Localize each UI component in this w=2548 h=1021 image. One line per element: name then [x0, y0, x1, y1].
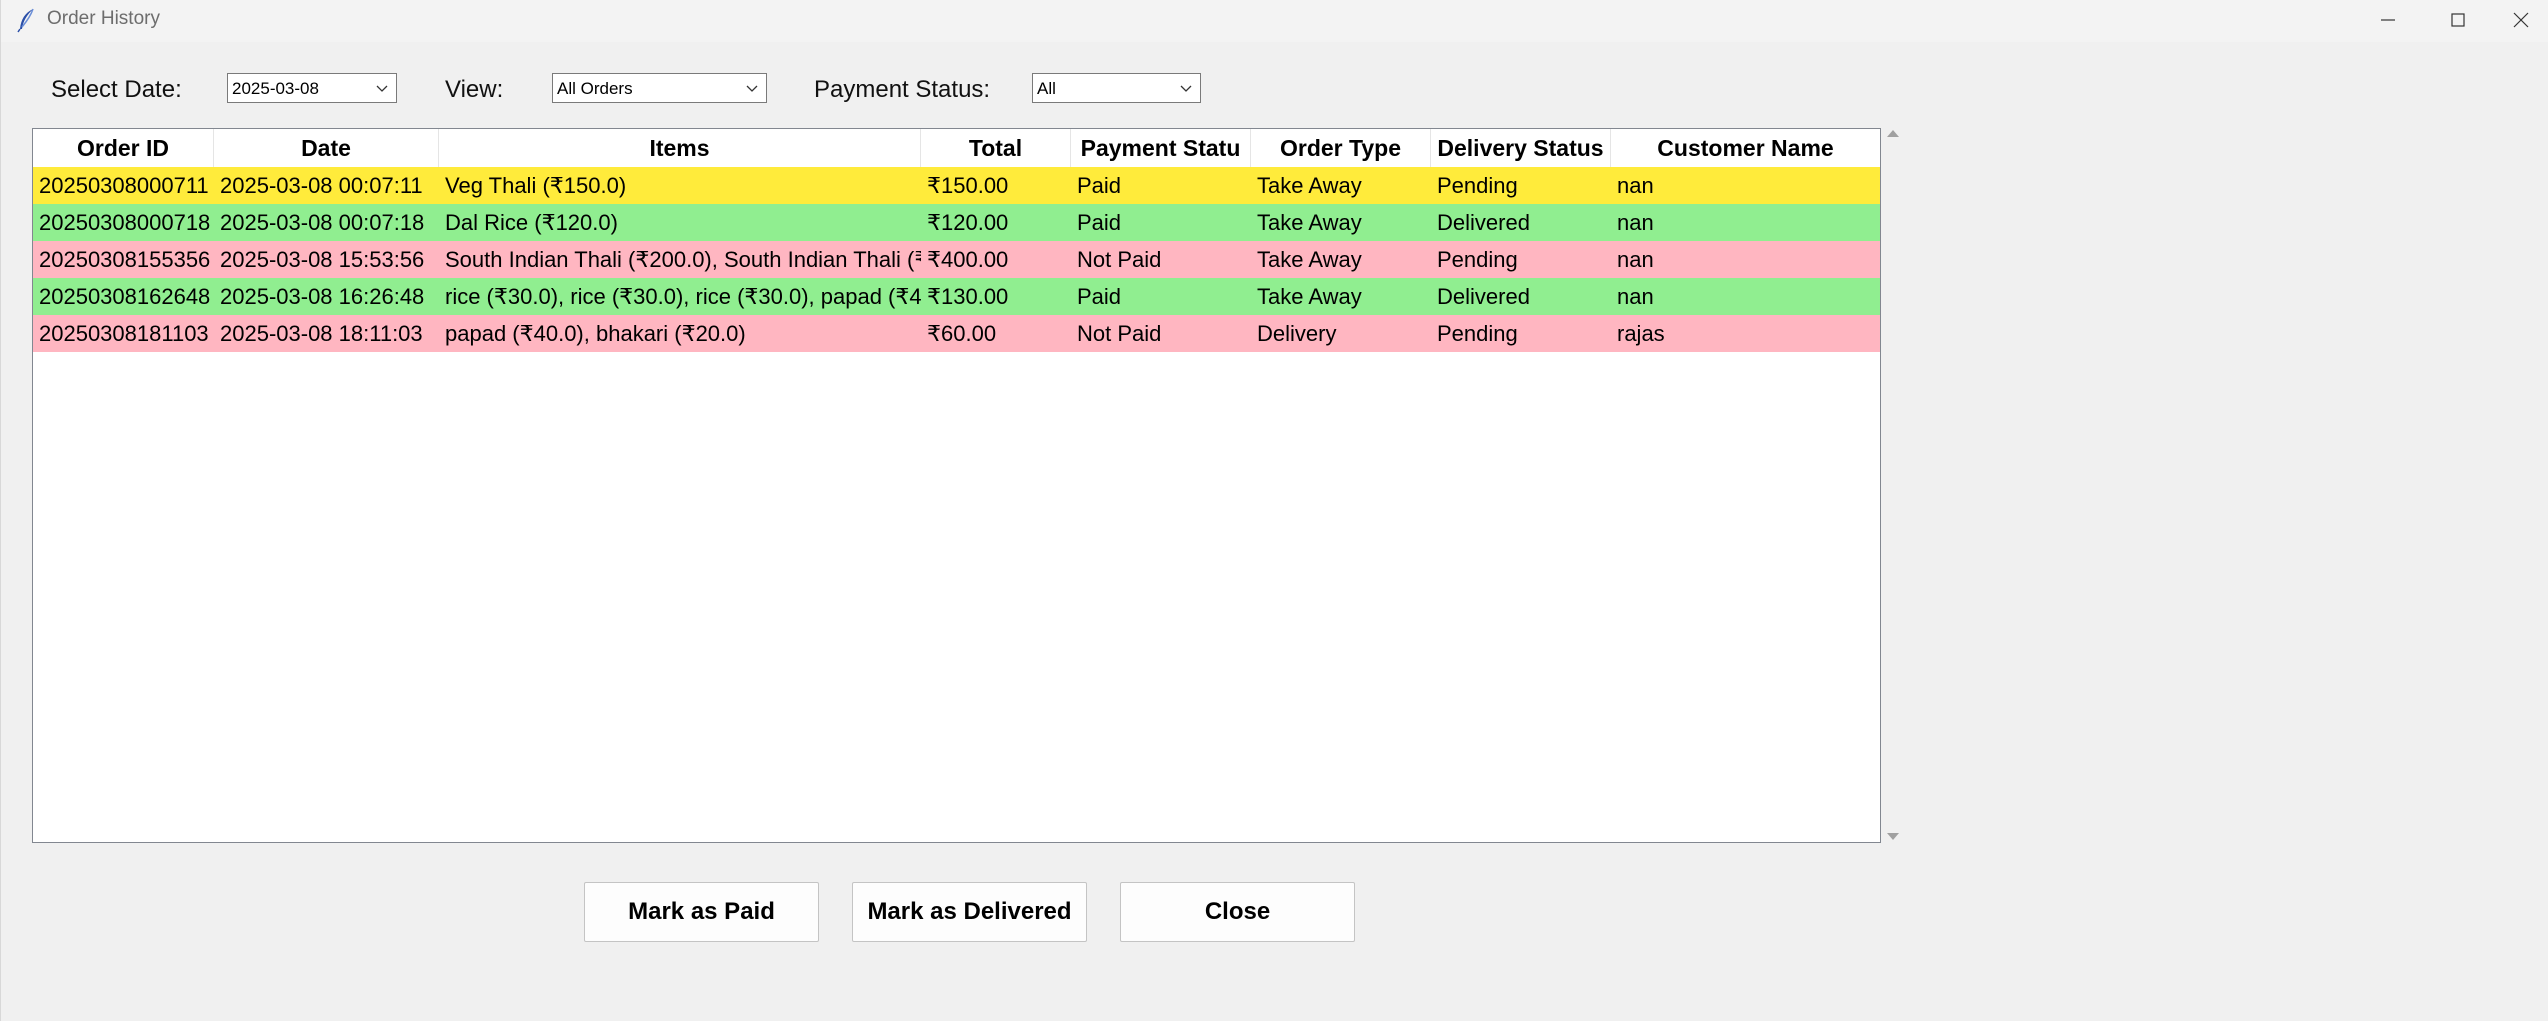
cell-customer-name: rajas: [1617, 321, 1665, 346]
cell-items: rice (₹30.0), rice (₹30.0), rice (₹30.0)…: [445, 284, 921, 309]
window-title: Order History: [47, 8, 160, 29]
cell-order-type: Take Away: [1257, 247, 1362, 272]
cell-order-id: 20250308155356: [39, 247, 211, 272]
cell-items: papad (₹40.0), bhakari (₹20.0): [445, 321, 746, 346]
cell-order-type: Take Away: [1257, 210, 1362, 235]
cell-total: ₹150.00: [927, 173, 1009, 198]
payment-status-combobox[interactable]: All: [1032, 73, 1201, 103]
cell-order-type: Take Away: [1257, 284, 1362, 309]
chevron-down-icon: [746, 85, 758, 92]
cell-payment-status: Paid: [1077, 210, 1122, 235]
cell-items: Veg Thali (₹150.0): [445, 173, 627, 198]
payment-status-combobox-value: All: [1037, 79, 1056, 98]
cell-total: ₹130.00: [927, 284, 1009, 309]
scroll-up-arrow-icon[interactable]: [1885, 126, 1901, 140]
column-header-customer-name[interactable]: Customer Name: [1611, 129, 1880, 167]
column-header-total[interactable]: Total: [921, 129, 1071, 167]
cell-date: 2025-03-08 00:07:18: [220, 210, 425, 235]
minimize-button[interactable]: [2353, 0, 2423, 40]
cell-customer-name: nan: [1617, 247, 1654, 272]
cell-date: 2025-03-08 00:07:11: [220, 173, 423, 198]
cell-customer-name: nan: [1617, 210, 1654, 235]
date-combobox[interactable]: 2025-03-08: [227, 73, 397, 103]
cell-order-id: 20250308162648: [39, 284, 211, 309]
cell-date: 2025-03-08 15:53:56: [220, 247, 425, 272]
table-row[interactable]: 20250308000711 2025-03-08 00:07:11 Veg T…: [33, 167, 1880, 204]
order-history-window: Order History Select Date: 2025-03-08 Vi…: [0, 0, 2548, 1021]
cell-customer-name: nan: [1617, 284, 1654, 309]
cell-payment-status: Not Paid: [1077, 321, 1162, 346]
column-header-order-type[interactable]: Order Type: [1251, 129, 1431, 167]
select-date-label: Select Date:: [51, 76, 182, 103]
cell-order-type: Take Away: [1257, 173, 1362, 198]
date-combobox-value: 2025-03-08: [232, 79, 319, 98]
chevron-down-icon: [1180, 85, 1192, 92]
title-bar[interactable]: Order History: [1, 0, 2548, 42]
cell-total: ₹400.00: [927, 247, 1009, 272]
cell-payment-status: Not Paid: [1077, 247, 1162, 272]
cell-delivery-status: Pending: [1437, 247, 1518, 272]
cell-delivery-status: Pending: [1437, 321, 1518, 346]
column-header-date[interactable]: Date: [214, 129, 439, 167]
view-combobox[interactable]: All Orders: [552, 73, 767, 103]
cell-date: 2025-03-08 16:26:48: [220, 284, 425, 309]
payment-status-label: Payment Status:: [814, 76, 991, 103]
column-header-order-id[interactable]: Order ID: [33, 129, 214, 167]
column-header-items[interactable]: Items: [439, 129, 921, 167]
column-header-payment-status[interactable]: Payment Statu: [1071, 129, 1251, 167]
table-row[interactable]: 20250308155356 2025-03-08 15:53:56 South…: [33, 241, 1880, 278]
maximize-button[interactable]: [2423, 0, 2493, 40]
close-icon: [2513, 12, 2529, 28]
close-button[interactable]: Close: [1120, 882, 1355, 942]
cell-order-id: 20250308000711: [39, 173, 209, 198]
close-window-button[interactable]: [2493, 0, 2548, 40]
table-header: Order ID Date Items Total Payment Statu …: [33, 129, 1880, 168]
table-row[interactable]: 20250308162648 2025-03-08 16:26:48 rice …: [33, 278, 1880, 315]
cell-items: South Indian Thali (₹200.0), South India…: [445, 247, 921, 272]
cell-order-id: 20250308181103: [39, 321, 209, 346]
minimize-icon: [2381, 19, 2395, 21]
table-row[interactable]: 20250308181103 2025-03-08 18:11:03 papad…: [33, 315, 1880, 352]
cell-delivery-status: Delivered: [1437, 284, 1530, 309]
cell-items: Dal Rice (₹120.0): [445, 210, 618, 235]
cell-payment-status: Paid: [1077, 284, 1122, 309]
view-combobox-value: All Orders: [557, 79, 633, 98]
cell-delivery-status: Pending: [1437, 173, 1518, 198]
mark-as-paid-button[interactable]: Mark as Paid: [584, 882, 819, 942]
cell-payment-status: Paid: [1077, 173, 1122, 198]
mark-as-delivered-button[interactable]: Mark as Delivered: [852, 882, 1087, 942]
orders-table[interactable]: Order ID Date Items Total Payment Statu …: [32, 128, 1881, 843]
column-header-delivery-status[interactable]: Delivery Status: [1431, 129, 1611, 167]
cell-order-type: Delivery: [1257, 321, 1337, 346]
maximize-icon: [2451, 13, 2465, 27]
view-label: View:: [445, 76, 504, 103]
cell-total: ₹60.00: [927, 321, 997, 346]
cell-total: ₹120.00: [927, 210, 1009, 235]
table-row[interactable]: 20250308000718 2025-03-08 00:07:18 Dal R…: [33, 204, 1880, 241]
cell-delivery-status: Delivered: [1437, 210, 1530, 235]
scroll-down-arrow-icon[interactable]: [1885, 830, 1901, 844]
cell-customer-name: nan: [1617, 173, 1654, 198]
feather-icon: [17, 8, 34, 33]
cell-date: 2025-03-08 18:11:03: [220, 321, 423, 346]
cell-order-id: 20250308000718: [39, 210, 211, 235]
chevron-down-icon: [376, 85, 388, 92]
